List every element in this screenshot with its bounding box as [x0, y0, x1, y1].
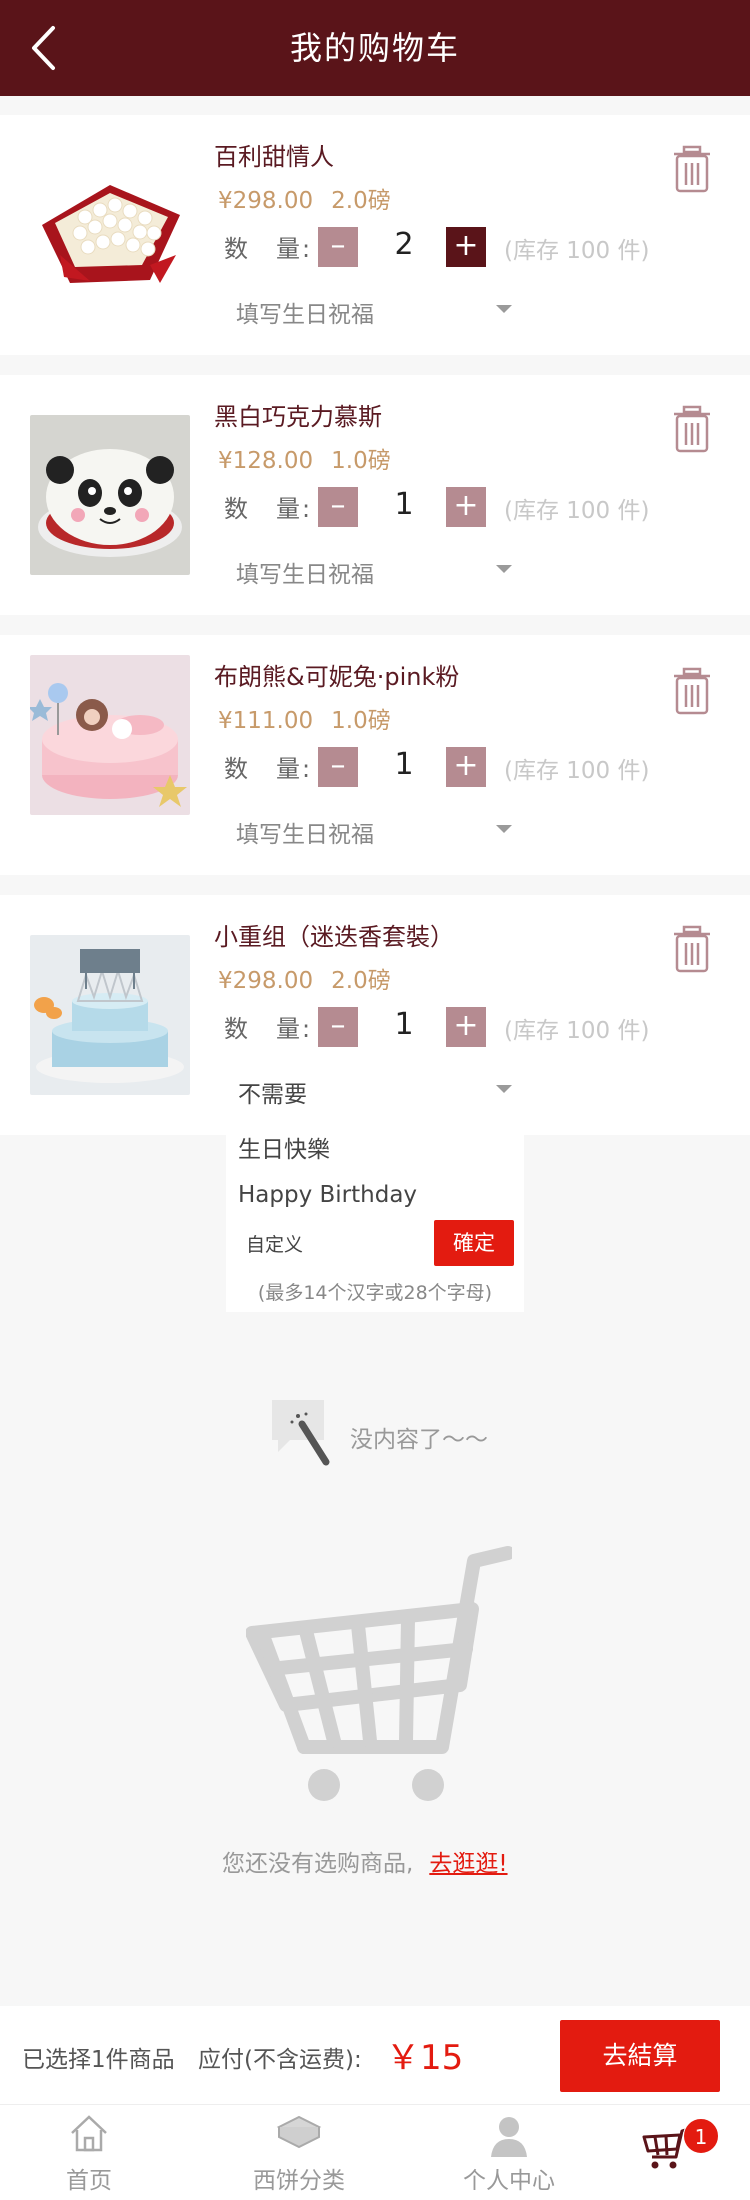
caret-down-icon[interactable] — [496, 1085, 512, 1093]
caret-down-icon[interactable] — [496, 565, 512, 573]
trash-icon[interactable] — [672, 667, 712, 715]
selected-count: 已选择1件商品 — [22, 2047, 175, 2073]
price-value: ¥111.00 — [218, 708, 314, 734]
price-value: ¥298.00 — [218, 188, 314, 214]
quantity-label: 数 量: — [224, 1015, 313, 1043]
category-icon — [276, 2115, 322, 2149]
tab-label: 个人中心 — [463, 2168, 555, 2194]
stock-info: (库存 100 件) — [504, 238, 650, 264]
product-image[interactable] — [30, 655, 190, 815]
tab-label: 首页 — [66, 2168, 112, 2194]
tab-cart[interactable] — [600, 2105, 750, 2200]
header-bar: 我的购物车 — [0, 0, 750, 96]
stock-info: (库存 100 件) — [504, 498, 650, 524]
decrease-quantity-button[interactable]: – — [318, 227, 358, 267]
price-value: ¥128.00 — [218, 448, 314, 474]
quantity-value[interactable]: 1 — [372, 1007, 436, 1042]
product-name[interactable]: 布朗熊&可妮兔·pink粉 — [214, 657, 459, 692]
cart-badge: 1 — [683, 2118, 719, 2154]
increase-quantity-button[interactable]: + — [446, 227, 486, 267]
increase-quantity-button[interactable]: + — [446, 747, 486, 787]
confirm-button[interactable]: 確定 — [434, 1220, 514, 1266]
increase-quantity-button[interactable]: + — [446, 1007, 486, 1047]
blessing-option[interactable]: Happy Birthday — [238, 1182, 417, 1208]
tab-profile[interactable]: 个人中心 — [434, 2105, 584, 2200]
quantity-label: 数 量: — [224, 755, 313, 783]
blessing-dropdown: 生日快樂 Happy Birthday 自定义 確定 (最多14个汉字或28个字… — [226, 1130, 524, 1312]
tab-bar: 首页 西饼分类 个人中心 — [0, 2104, 750, 2200]
product-price: ¥128.00 1.0磅 — [218, 441, 391, 475]
caret-down-icon[interactable] — [496, 825, 512, 833]
custom-blessing-input[interactable]: 自定义 — [246, 1230, 303, 1257]
total-amount: ￥15 — [386, 2038, 464, 2078]
page-title: 我的购物车 — [289, 29, 460, 67]
product-price: ¥298.00 2.0磅 — [218, 961, 391, 995]
checkout-button[interactable]: 去結算 — [560, 2020, 720, 2092]
home-icon — [71, 2115, 107, 2152]
blessing-hint: (最多14个汉字或28个字母) — [257, 1282, 493, 1304]
blessing-select[interactable]: 填写生日祝福 — [236, 295, 374, 329]
product-weight: 1.0磅 — [331, 708, 391, 734]
tab-category[interactable]: 西饼分类 — [224, 2105, 374, 2200]
empty-cart-icon — [246, 1546, 512, 1801]
product-name[interactable]: 小重组（迷迭香套裝） — [214, 917, 454, 952]
trash-icon[interactable] — [672, 405, 712, 453]
product-weight: 2.0磅 — [331, 968, 391, 994]
product-price: ¥111.00 1.0磅 — [218, 701, 391, 735]
quantity-value[interactable]: 1 — [372, 747, 436, 782]
blessing-select[interactable]: 不需要 — [238, 1075, 307, 1109]
empty-cart-message: 您还没有选购商品, 去逛逛! — [222, 1844, 508, 1878]
product-weight: 1.0磅 — [331, 448, 391, 474]
no-content-icon — [272, 1400, 330, 1466]
decrease-quantity-button[interactable]: – — [318, 747, 358, 787]
decrease-quantity-button[interactable]: – — [318, 1007, 358, 1047]
blessing-option[interactable]: 生日快樂 — [238, 1130, 330, 1164]
quantity-label: 数 量: — [224, 495, 313, 523]
increase-quantity-button[interactable]: + — [446, 487, 486, 527]
go-shopping-link[interactable]: 去逛逛! — [429, 1851, 507, 1877]
user-icon — [491, 2117, 527, 2157]
tab-label: 西饼分类 — [253, 2168, 345, 2194]
stock-info: (库存 100 件) — [504, 758, 650, 784]
cart-item: 小重组（迷迭香套裝） ¥298.00 2.0磅 数 量: – 1 + (库存 10… — [0, 895, 750, 1135]
product-image[interactable] — [30, 935, 190, 1095]
product-image[interactable] — [30, 155, 190, 315]
caret-down-icon[interactable] — [496, 305, 512, 313]
cart-item: 布朗熊&可妮兔·pink粉 ¥111.00 1.0磅 数 量: – 1 + (库存… — [0, 635, 750, 875]
product-image[interactable] — [30, 415, 190, 575]
decrease-quantity-button[interactable]: – — [318, 487, 358, 527]
trash-icon[interactable] — [672, 145, 712, 193]
product-name[interactable]: 黑白巧克力慕斯 — [214, 397, 382, 432]
quantity-value[interactable]: 2 — [372, 227, 436, 262]
cart-item: 百利甜情人 ¥298.00 2.0磅 数 量: – 2 + (库存 100 件) … — [0, 115, 750, 355]
tab-home[interactable]: 首页 — [14, 2105, 164, 2200]
product-name[interactable]: 百利甜情人 — [214, 137, 334, 172]
trash-icon[interactable] — [672, 925, 712, 973]
no-more-text: 没内容了～～ — [350, 1427, 488, 1453]
payable-label: 应付(不含运费): — [198, 2047, 362, 2073]
price-value: ¥298.00 — [218, 968, 314, 994]
stock-info: (库存 100 件) — [504, 1018, 650, 1044]
quantity-value[interactable]: 1 — [372, 487, 436, 522]
product-price: ¥298.00 2.0磅 — [218, 181, 391, 215]
checkout-bar: 已选择1件商品 应付(不含运费): ￥15 去結算 — [0, 2006, 750, 2104]
product-weight: 2.0磅 — [331, 188, 391, 214]
empty-message: 您还没有选购商品, — [222, 1851, 414, 1877]
cart-item: 黑白巧克力慕斯 ¥128.00 1.0磅 数 量: – 1 + (库存 100 件… — [0, 375, 750, 615]
blessing-select[interactable]: 填写生日祝福 — [236, 815, 374, 849]
quantity-label: 数 量: — [224, 235, 313, 263]
blessing-select[interactable]: 填写生日祝福 — [236, 555, 374, 589]
